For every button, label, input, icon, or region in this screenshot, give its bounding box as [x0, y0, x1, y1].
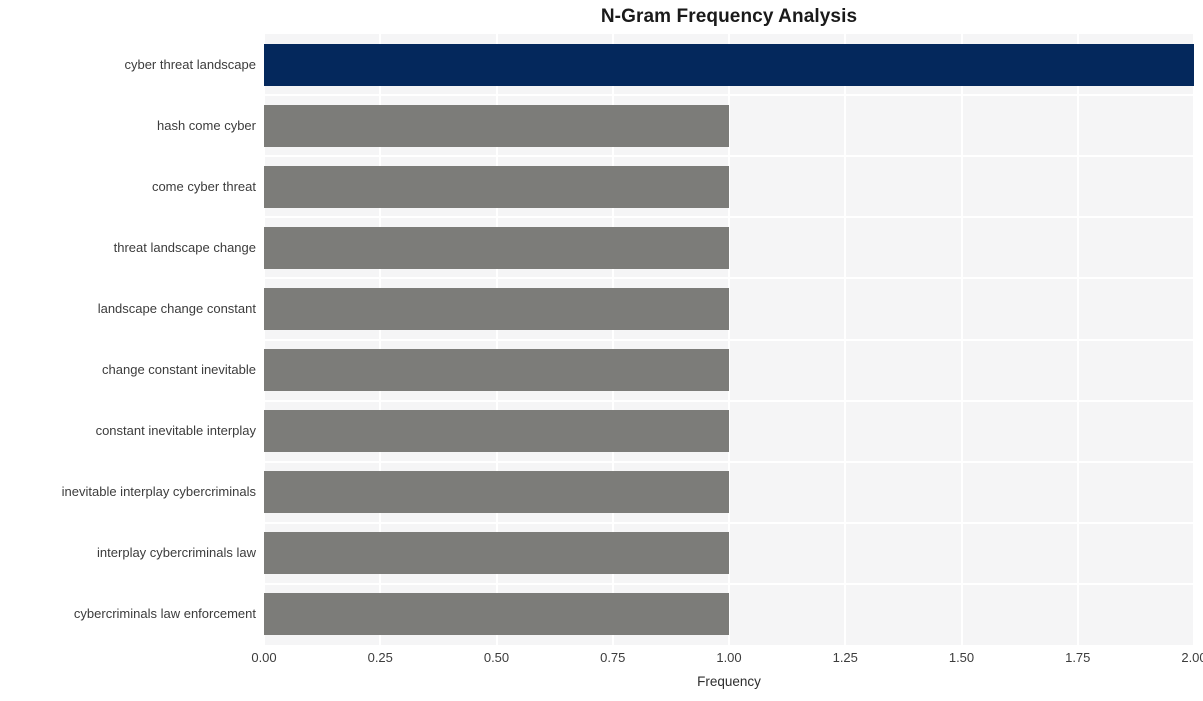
x-axis-title: Frequency [697, 674, 761, 689]
gridline-horizontal [264, 460, 1194, 463]
bar [264, 532, 729, 575]
bar [264, 43, 1194, 86]
gridline-horizontal [264, 582, 1194, 585]
y-axis-tick-label: hash come cyber [157, 117, 256, 133]
bar [264, 104, 729, 147]
y-axis-tick-label: change constant inevitable [102, 362, 256, 378]
x-axis-tick-label: 0.25 [367, 650, 393, 665]
x-axis-tick-label: 1.25 [832, 650, 858, 665]
bar [264, 287, 729, 330]
bar [264, 471, 729, 514]
gridline-horizontal [264, 399, 1194, 402]
x-axis-tick-label: 1.75 [1065, 650, 1091, 665]
y-axis-tick-labels: cyber threat landscape hash come cyber com… [0, 34, 256, 645]
y-axis-tick-label: interplay cybercriminals law [97, 545, 256, 561]
bar [264, 410, 729, 453]
gridline-horizontal [264, 521, 1194, 524]
gridline-horizontal [264, 94, 1194, 97]
plot-area [264, 34, 1194, 645]
gridline-horizontal [264, 277, 1194, 280]
gridline-horizontal [264, 216, 1194, 219]
chart-figure: N-Gram Frequency Analysis cyber threat l… [0, 0, 1203, 701]
y-axis-tick-label: landscape change constant [97, 300, 256, 316]
x-axis-tick-labels: 0.00 0.25 0.50 0.75 1.00 1.25 1.50 1.75 2.00 [251, 650, 1203, 670]
gridline-horizontal [264, 155, 1194, 158]
bar [264, 349, 729, 392]
x-axis-tick-label: 1.00 [716, 650, 742, 665]
bar [264, 593, 729, 636]
x-axis-tick-label: 2.00 [1181, 650, 1203, 665]
x-axis-tick-label: 1.50 [948, 650, 975, 665]
y-axis-tick-label: threat landscape change [113, 239, 256, 255]
x-axis-tick-label: 0.00 [251, 650, 277, 665]
bar [264, 226, 729, 269]
y-axis-tick-label: constant inevitable interplay [95, 423, 256, 439]
bar [264, 165, 729, 208]
gridline-horizontal [264, 338, 1194, 341]
chart-title: N-Gram Frequency Analysis [600, 6, 858, 27]
y-axis-tick-label: cybercriminals law enforcement [73, 606, 256, 622]
y-axis-tick-label: come cyber threat [151, 178, 256, 194]
y-axis-tick-label: cyber threat landscape [124, 56, 256, 72]
x-axis-tick-label: 0.50 [483, 650, 510, 665]
y-axis-tick-label: inevitable interplay cybercriminals [61, 484, 256, 500]
x-axis-tick-label: 0.75 [600, 650, 626, 665]
